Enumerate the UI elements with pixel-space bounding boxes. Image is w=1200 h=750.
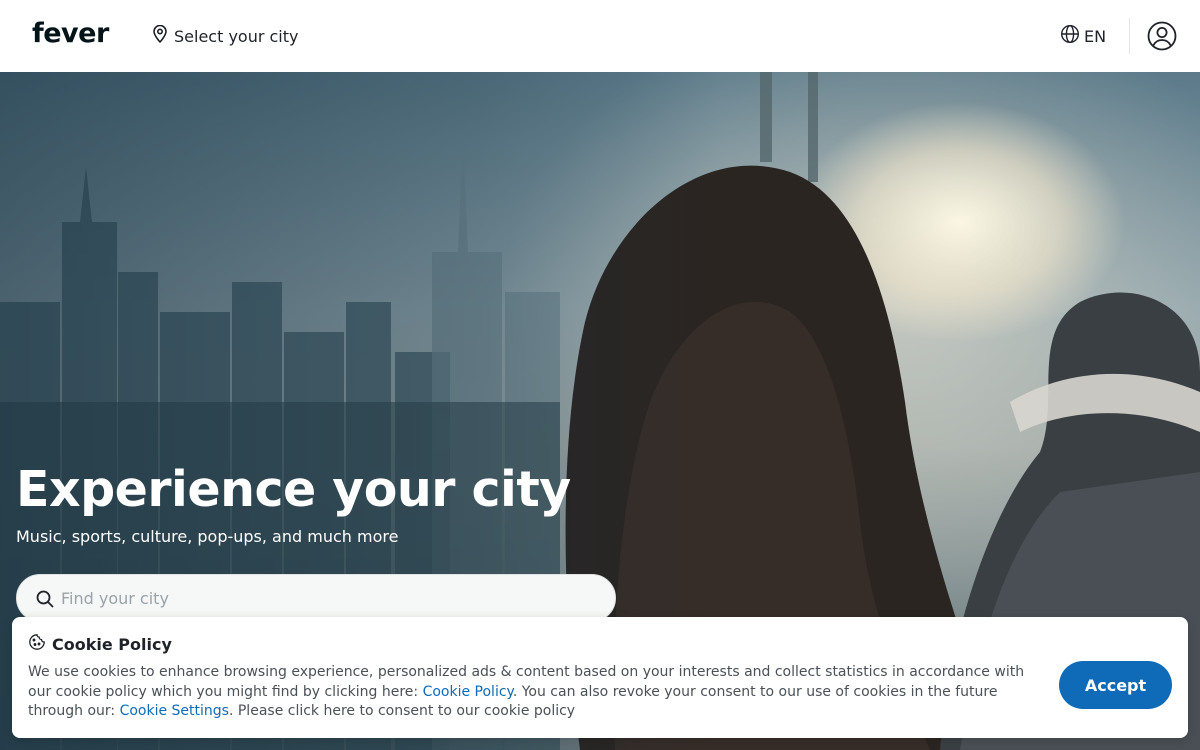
city-search-bar[interactable] xyxy=(16,574,616,622)
location-pin-icon xyxy=(152,24,168,47)
hero-title: Experience your city xyxy=(16,461,571,518)
cookie-settings-link[interactable]: Cookie Settings xyxy=(120,703,229,719)
search-icon xyxy=(35,589,55,609)
cookie-banner: Cookie Policy We use cookies to enhance … xyxy=(12,617,1188,738)
user-account-button[interactable] xyxy=(1146,20,1178,52)
accept-cookies-button[interactable]: Accept xyxy=(1059,661,1172,709)
fever-logo[interactable]: fever xyxy=(32,18,109,50)
header-divider xyxy=(1129,18,1130,54)
cookie-description: We use cookies to enhance browsing exper… xyxy=(28,663,1028,722)
top-header: fever Select your city EN xyxy=(0,0,1200,72)
city-search-input[interactable] xyxy=(61,583,601,613)
language-selector[interactable]: EN xyxy=(1060,22,1106,50)
cookie-policy-link[interactable]: Cookie Policy xyxy=(423,684,513,700)
select-city-button[interactable]: Select your city xyxy=(152,22,299,50)
globe-icon xyxy=(1060,24,1080,48)
cookie-header: Cookie Policy xyxy=(28,633,172,655)
select-city-label: Select your city xyxy=(174,26,299,46)
user-icon xyxy=(1146,21,1178,56)
cookie-title: Cookie Policy xyxy=(52,634,172,654)
cookie-icon xyxy=(28,633,46,655)
language-label: EN xyxy=(1084,26,1107,46)
cookie-text-part3: . Please click here to consent to our co… xyxy=(228,703,576,719)
hero-subtitle: Music, sports, culture, pop-ups, and muc… xyxy=(16,527,399,546)
